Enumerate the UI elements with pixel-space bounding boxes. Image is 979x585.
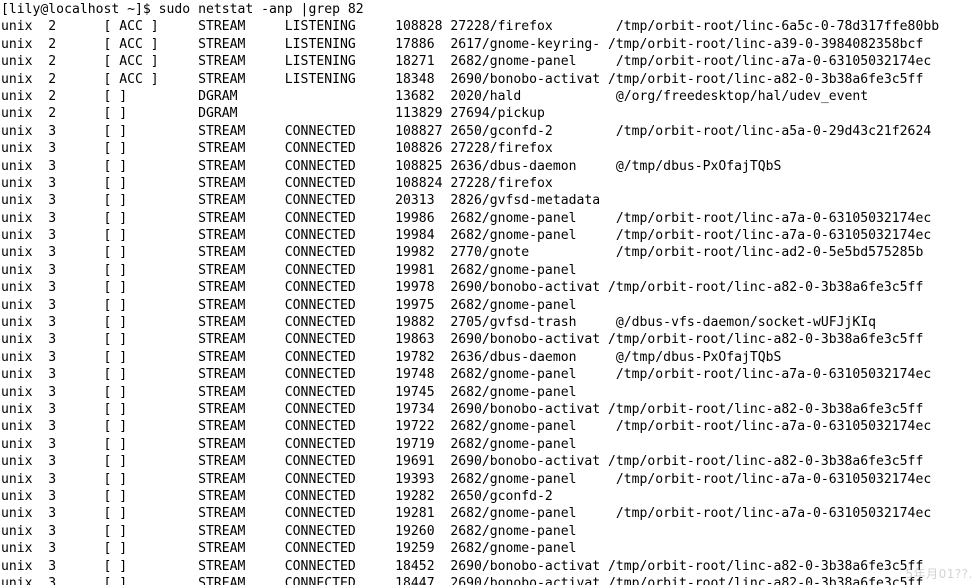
- table-row: unix 2 [ ] DGRAM 13682 2020/hald @/org/f…: [1, 88, 869, 104]
- table-row: unix 3 [ ] STREAM CONNECTED 19691 2690/b…: [1, 454, 924, 470]
- table-row: unix 3 [ ] STREAM CONNECTED 108827 2650/…: [1, 123, 932, 139]
- table-row: unix 3 [ ] STREAM CONNECTED 19393 2682/g…: [1, 471, 932, 487]
- table-row: unix 3 [ ] STREAM CONNECTED 108826 27228…: [1, 141, 553, 157]
- netstat-output: unix 2 [ ACC ] STREAM LISTENING 108828 2…: [1, 18, 979, 585]
- table-row: unix 2 [ ACC ] STREAM LISTENING 18271 26…: [1, 54, 932, 70]
- command-line: [lily@localhost ~]$ sudo netstat -anp |g…: [1, 2, 364, 17]
- table-row: unix 3 [ ] STREAM CONNECTED 18447 2690/b…: [1, 575, 924, 585]
- table-row: unix 3 [ ] STREAM CONNECTED 19981 2682/g…: [1, 262, 577, 278]
- table-row: unix 3 [ ] STREAM CONNECTED 19863 2690/b…: [1, 332, 924, 348]
- table-row: unix 3 [ ] STREAM CONNECTED 19719 2682/g…: [1, 436, 577, 452]
- table-row: unix 3 [ ] STREAM CONNECTED 19745 2682/g…: [1, 384, 577, 400]
- table-row: unix 3 [ ] STREAM CONNECTED 19260 2682/g…: [1, 523, 577, 539]
- table-row: unix 3 [ ] STREAM CONNECTED 19281 2682/g…: [1, 506, 932, 522]
- table-row: unix 3 [ ] STREAM CONNECTED 19259 2682/g…: [1, 541, 577, 557]
- table-row: unix 3 [ ] STREAM CONNECTED 19978 2690/b…: [1, 280, 924, 296]
- table-row: unix 3 [ ] STREAM CONNECTED 19882 2705/g…: [1, 315, 877, 331]
- table-row: unix 3 [ ] STREAM CONNECTED 19982 2770/g…: [1, 245, 924, 261]
- table-row: unix 3 [ ] STREAM CONNECTED 20313 2826/g…: [1, 193, 601, 209]
- terminal-window[interactable]: [lily@localhost ~]$ sudo netstat -anp |g…: [0, 0, 979, 585]
- table-row: unix 3 [ ] STREAM CONNECTED 19984 2682/g…: [1, 228, 932, 244]
- table-row: unix 2 [ ACC ] STREAM LISTENING 108828 2…: [1, 19, 940, 35]
- table-row: unix 2 [ ACC ] STREAM LISTENING 17886 26…: [1, 36, 924, 52]
- table-row: unix 2 [ ACC ] STREAM LISTENING 18348 26…: [1, 71, 924, 87]
- table-row: unix 3 [ ] STREAM CONNECTED 19734 2690/b…: [1, 401, 924, 417]
- table-row: unix 2 [ ] DGRAM 113829 27694/pickup: [1, 106, 545, 122]
- table-row: unix 3 [ ] STREAM CONNECTED 19722 2682/g…: [1, 419, 932, 435]
- table-row: unix 3 [ ] STREAM CONNECTED 18452 2690/b…: [1, 558, 924, 574]
- table-row: unix 3 [ ] STREAM CONNECTED 19986 2682/g…: [1, 210, 932, 226]
- table-row: unix 3 [ ] STREAM CONNECTED 108824 27228…: [1, 175, 553, 191]
- table-row: unix 3 [ ] STREAM CONNECTED 19782 2636/d…: [1, 349, 782, 365]
- table-row: unix 3 [ ] STREAM CONNECTED 108825 2636/…: [1, 158, 782, 174]
- table-row: unix 3 [ ] STREAM CONNECTED 19975 2682/g…: [1, 297, 577, 313]
- table-row: unix 3 [ ] STREAM CONNECTED 19748 2682/g…: [1, 367, 932, 383]
- table-row: unix 3 [ ] STREAM CONNECTED 19282 2650/g…: [1, 488, 553, 504]
